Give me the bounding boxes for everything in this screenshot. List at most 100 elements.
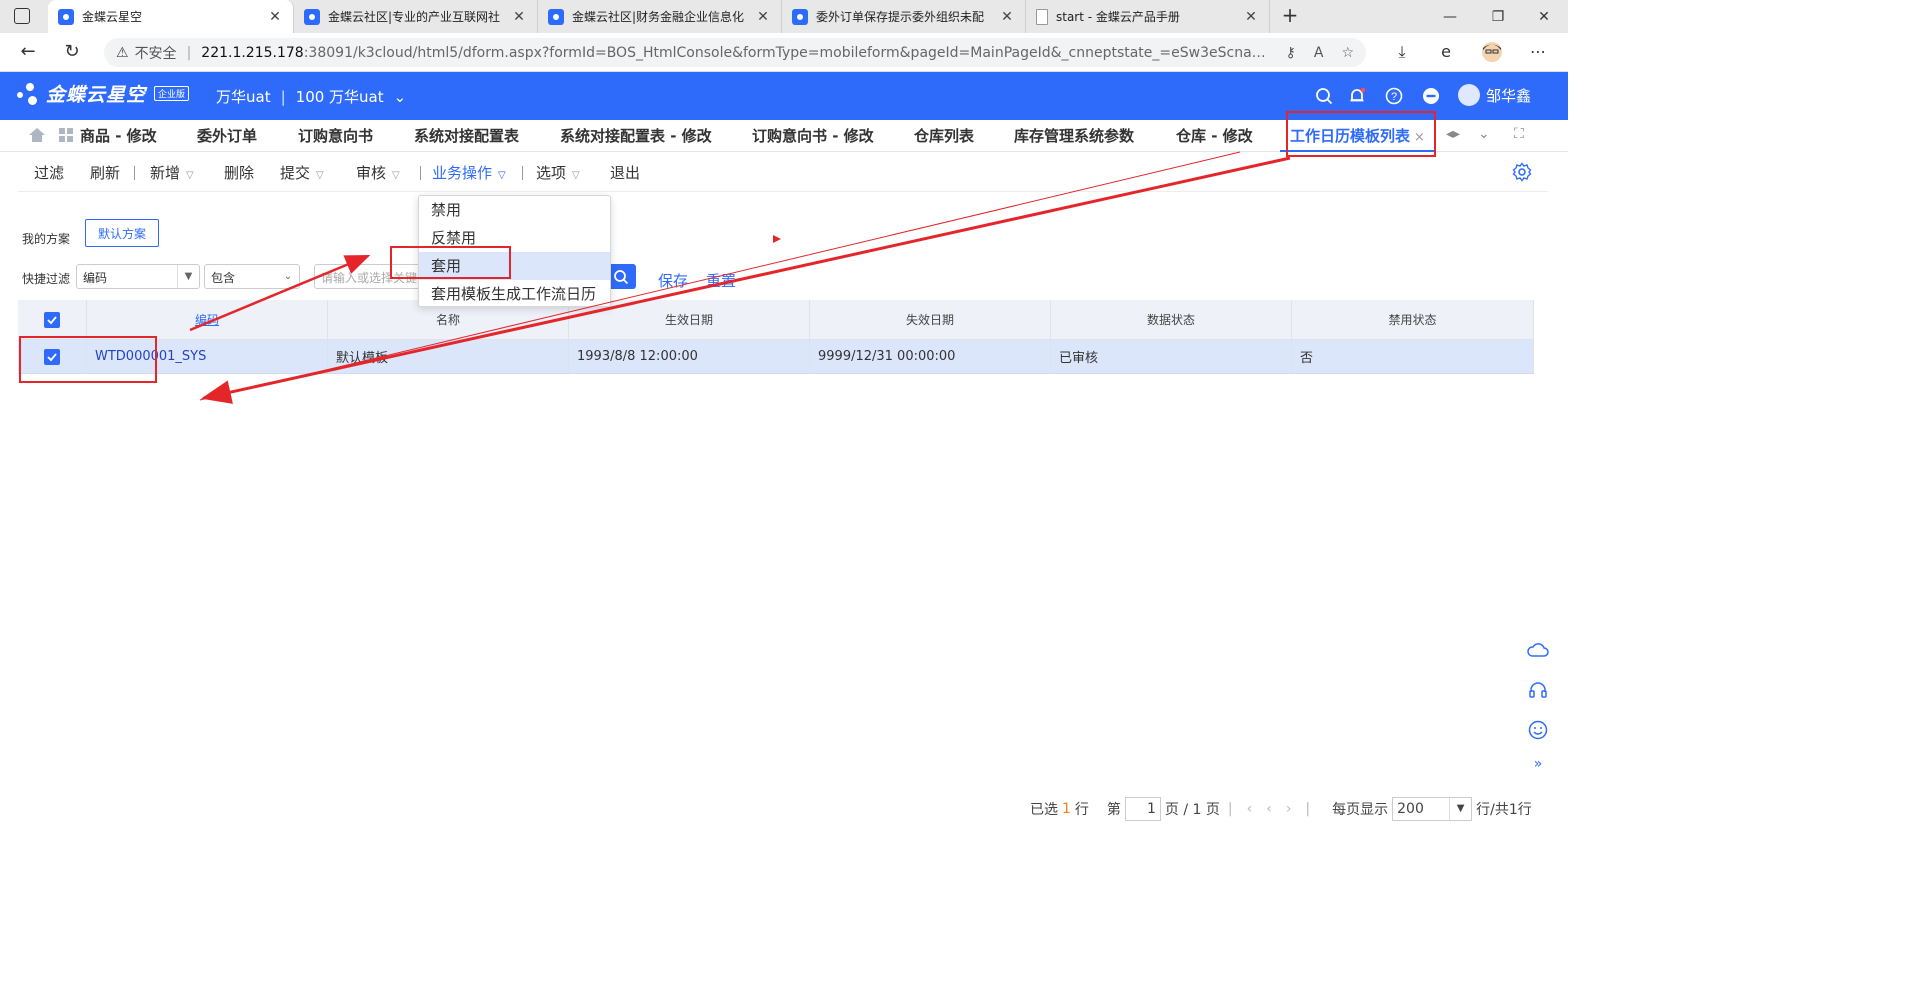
user-menu[interactable]: 邹华鑫 bbox=[1458, 84, 1531, 106]
filter-operator-select[interactable]: 包含 ⌄ bbox=[204, 264, 300, 289]
downloads-icon[interactable]: ⤓ bbox=[1390, 41, 1414, 65]
menu-item-apply-generate-workflow-calendar[interactable]: 套用模板生成工作流日历 bbox=[419, 280, 610, 308]
submit-button[interactable]: 提交 ▽ bbox=[280, 162, 324, 183]
submit-label: 提交 bbox=[280, 164, 311, 182]
filter-operator-value: 包含 bbox=[211, 271, 236, 285]
add-button[interactable]: 新增 ▽ bbox=[150, 162, 194, 183]
column-header-data-status[interactable]: 数据状态 bbox=[1051, 300, 1292, 339]
browser-tab-4[interactable]: 委外订单保存提示委外组织未配 ✕ bbox=[782, 0, 1026, 33]
chevron-down-icon: ▽ bbox=[572, 170, 580, 181]
tab-purchase-intent-edit[interactable]: 订购意向书 - 修改 bbox=[752, 120, 874, 152]
insecure-label: 不安全 bbox=[134, 45, 177, 62]
smiley-icon[interactable] bbox=[1526, 718, 1550, 742]
tab-product-edit[interactable]: 商品 - 修改 bbox=[58, 120, 157, 152]
chevron-down-icon: ⌄ bbox=[393, 87, 407, 106]
close-icon[interactable]: ✕ bbox=[1243, 9, 1259, 25]
cell-expiry-date: 9999/12/31 00:00:00 bbox=[810, 340, 1051, 373]
key-icon[interactable]: ⚷ bbox=[1286, 45, 1296, 61]
select-all-checkbox[interactable] bbox=[44, 311, 60, 328]
pager: 已选 1 行 第 1 页 / 1 页 |‹‹›| 每页显示 200 ▼ 行/共1行 bbox=[1030, 795, 1550, 822]
close-icon[interactable]: ✕ bbox=[999, 9, 1015, 25]
reload-icon[interactable]: ↻ bbox=[60, 41, 84, 65]
minimize-icon[interactable]: — bbox=[1426, 0, 1474, 33]
address-toolbar: ← ↻ ⚠ 不安全 | 221.1.215.178 :38091/k3cloud… bbox=[0, 33, 1568, 72]
table-row[interactable]: WTD000001_SYS 默认模板 1993/8/8 12:00:00 999… bbox=[18, 340, 1534, 374]
new-tab-icon[interactable]: + bbox=[1278, 4, 1302, 28]
browser-tab-2[interactable]: 金蝶云社区|专业的产业互联网社 ✕ bbox=[294, 0, 538, 33]
tab-warehouse-edit[interactable]: 仓库 - 修改 bbox=[1176, 120, 1253, 152]
page-number-input[interactable]: 1 bbox=[1124, 796, 1161, 821]
refresh-button[interactable]: 刷新 bbox=[90, 162, 120, 183]
filter-button[interactable]: 过滤 bbox=[34, 162, 64, 183]
window-close-icon[interactable]: ✕ bbox=[1520, 0, 1568, 33]
url-separator: | bbox=[186, 44, 192, 61]
tab-inventory-params[interactable]: 库存管理系统参数 bbox=[1014, 120, 1134, 152]
chevron-double-right-icon[interactable]: » bbox=[1526, 752, 1550, 776]
restore-icon[interactable]: ❐ bbox=[1474, 0, 1522, 33]
org-switcher[interactable]: 万华uat | 100 万华uat ⌄ bbox=[216, 86, 406, 107]
filter-field-select[interactable]: 编码 ▼ bbox=[76, 264, 200, 289]
home-icon[interactable] bbox=[28, 120, 46, 152]
bell-icon[interactable] bbox=[1347, 86, 1367, 106]
close-icon[interactable]: ✕ bbox=[511, 9, 527, 25]
tab-sys-config-edit[interactable]: 系统对接配置表 - 修改 bbox=[560, 120, 712, 152]
tab-outsourcing-order[interactable]: 委外订单 bbox=[197, 120, 257, 152]
exit-button[interactable]: 退出 bbox=[610, 162, 640, 183]
close-icon[interactable]: × bbox=[1414, 130, 1425, 145]
chevron-down-icon: ▽ bbox=[186, 170, 194, 181]
row-checkbox[interactable] bbox=[44, 348, 60, 365]
profile-avatar-icon[interactable] bbox=[1480, 41, 1504, 65]
search-icon[interactable] bbox=[1314, 86, 1334, 106]
page-nav-arrows-icon[interactable]: |‹‹›| bbox=[1228, 801, 1324, 817]
fullscreen-icon[interactable]: ⛶ bbox=[1514, 126, 1524, 142]
help-icon[interactable]: ? bbox=[1384, 86, 1404, 106]
divider bbox=[420, 166, 421, 180]
tab-sys-config[interactable]: 系统对接配置表 bbox=[414, 120, 519, 152]
org-account: 100 万华uat bbox=[295, 88, 384, 106]
gear-icon[interactable] bbox=[1512, 162, 1532, 182]
audit-button[interactable]: 审核 ▽ bbox=[356, 162, 400, 183]
save-filter-link[interactable]: 保存 bbox=[658, 270, 688, 291]
back-icon[interactable]: ← bbox=[16, 41, 40, 65]
chevron-double-down-icon[interactable]: ⌄ bbox=[1478, 126, 1490, 142]
tab-purchase-intent[interactable]: 订购意向书 bbox=[298, 120, 373, 152]
per-page-select[interactable]: 200 ▼ bbox=[1392, 796, 1473, 821]
browser-tab-3[interactable]: 金蝶云社区|财务金融企业信息化 ✕ bbox=[538, 0, 782, 33]
cell-code[interactable]: WTD000001_SYS bbox=[87, 340, 328, 373]
browser-tab-5[interactable]: start - 金蝶云产品手册 ✕ bbox=[1026, 0, 1270, 33]
default-scheme-button[interactable]: 默认方案 bbox=[85, 219, 159, 247]
svg-text:?: ? bbox=[1391, 91, 1397, 103]
menu-item-apply[interactable]: 套用 bbox=[419, 252, 610, 280]
address-field[interactable]: ⚠ 不安全 | 221.1.215.178 :38091/k3cloud/htm… bbox=[104, 38, 1366, 67]
app-logo[interactable]: 金蝶云星空 企业版 bbox=[14, 80, 190, 107]
browser-tab-1[interactable]: 金蝶云星空 ✕ bbox=[48, 0, 294, 33]
more-icon[interactable]: ⋯ bbox=[1526, 41, 1550, 65]
browser-tab-title: 金蝶云星空 bbox=[82, 10, 143, 24]
favorite-add-icon[interactable]: ☆ bbox=[1341, 45, 1354, 61]
delete-button[interactable]: 删除 bbox=[224, 162, 254, 183]
edge-icon[interactable]: e bbox=[1434, 41, 1458, 65]
search-icon bbox=[614, 269, 629, 284]
close-icon[interactable]: ✕ bbox=[267, 9, 283, 25]
column-header-disabled-status[interactable]: 禁用状态 bbox=[1292, 300, 1534, 339]
reset-filter-link[interactable]: 重置 bbox=[706, 270, 736, 291]
read-aloud-icon[interactable]: A bbox=[1314, 45, 1324, 61]
menu-item-disable[interactable]: 禁用 bbox=[419, 196, 610, 224]
selected-count: 1 bbox=[1062, 800, 1071, 817]
tab-work-calendar-templates[interactable]: 工作日历模板列表 × bbox=[1280, 120, 1435, 152]
tab-warehouse-list[interactable]: 仓库列表 bbox=[914, 120, 974, 152]
headset-icon[interactable] bbox=[1526, 678, 1550, 702]
options-button[interactable]: 选项 ▽ bbox=[536, 162, 580, 183]
business-ops-button[interactable]: 业务操作 ▽ bbox=[432, 162, 506, 183]
tab-scroll-arrows-icon[interactable]: ◂▸ bbox=[1446, 126, 1460, 142]
menu-item-enable[interactable]: 反禁用 bbox=[419, 224, 610, 252]
tab-actions-icon[interactable] bbox=[14, 8, 30, 24]
minus-circle-icon[interactable] bbox=[1421, 86, 1441, 106]
close-icon[interactable]: ✕ bbox=[755, 9, 771, 25]
cloud-icon[interactable] bbox=[1526, 638, 1550, 662]
browser-tab-title: 金蝶云社区|专业的产业互联网社 bbox=[328, 10, 501, 24]
column-label: 编码 bbox=[194, 313, 219, 327]
column-header-expiry-date[interactable]: 失效日期 bbox=[810, 300, 1051, 339]
column-header-code[interactable]: 编码 bbox=[87, 300, 328, 339]
scheme-label: 我的方案 bbox=[22, 232, 71, 246]
